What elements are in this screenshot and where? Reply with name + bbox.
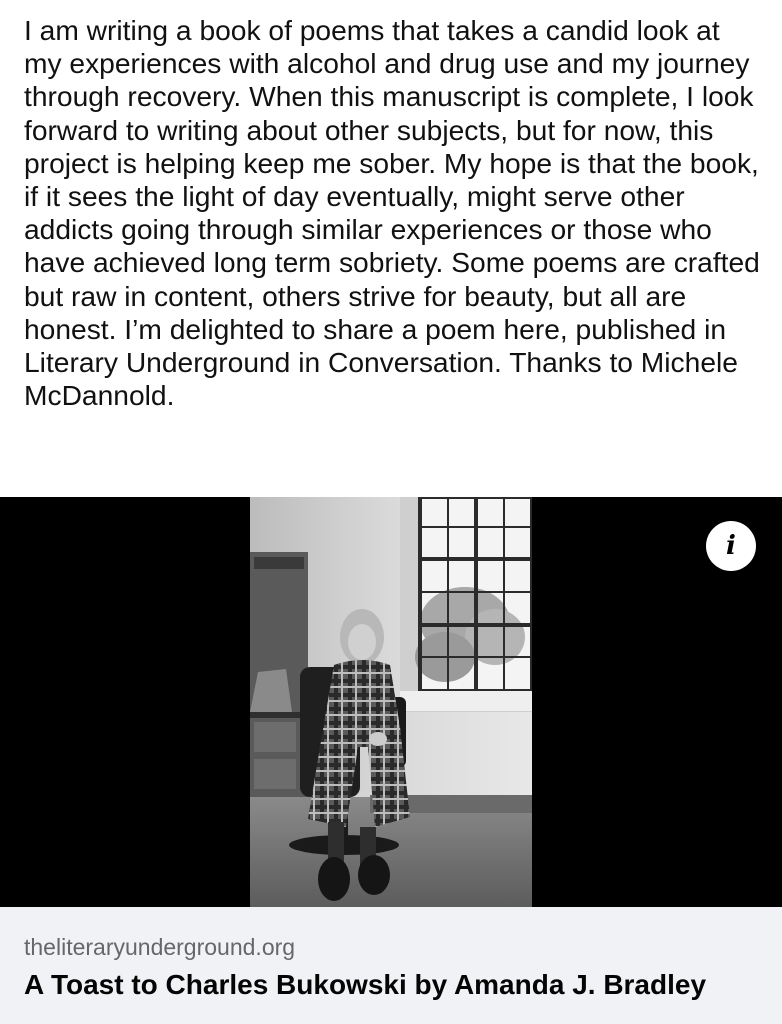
info-icon[interactable]: i	[706, 521, 756, 571]
link-title[interactable]: A Toast to Charles Bukowski by Amanda J.…	[24, 969, 706, 1001]
post-photo[interactable]	[250, 497, 532, 907]
photo-illustration	[250, 497, 532, 907]
post-text: I am writing a book of poems that takes …	[24, 14, 760, 412]
info-glyph: i	[726, 531, 736, 561]
link-preview-card[interactable]: theliteraryunderground.org A Toast to Ch…	[0, 907, 782, 1024]
media-container[interactable]: i	[0, 497, 782, 907]
link-domain: theliteraryunderground.org	[24, 934, 296, 960]
